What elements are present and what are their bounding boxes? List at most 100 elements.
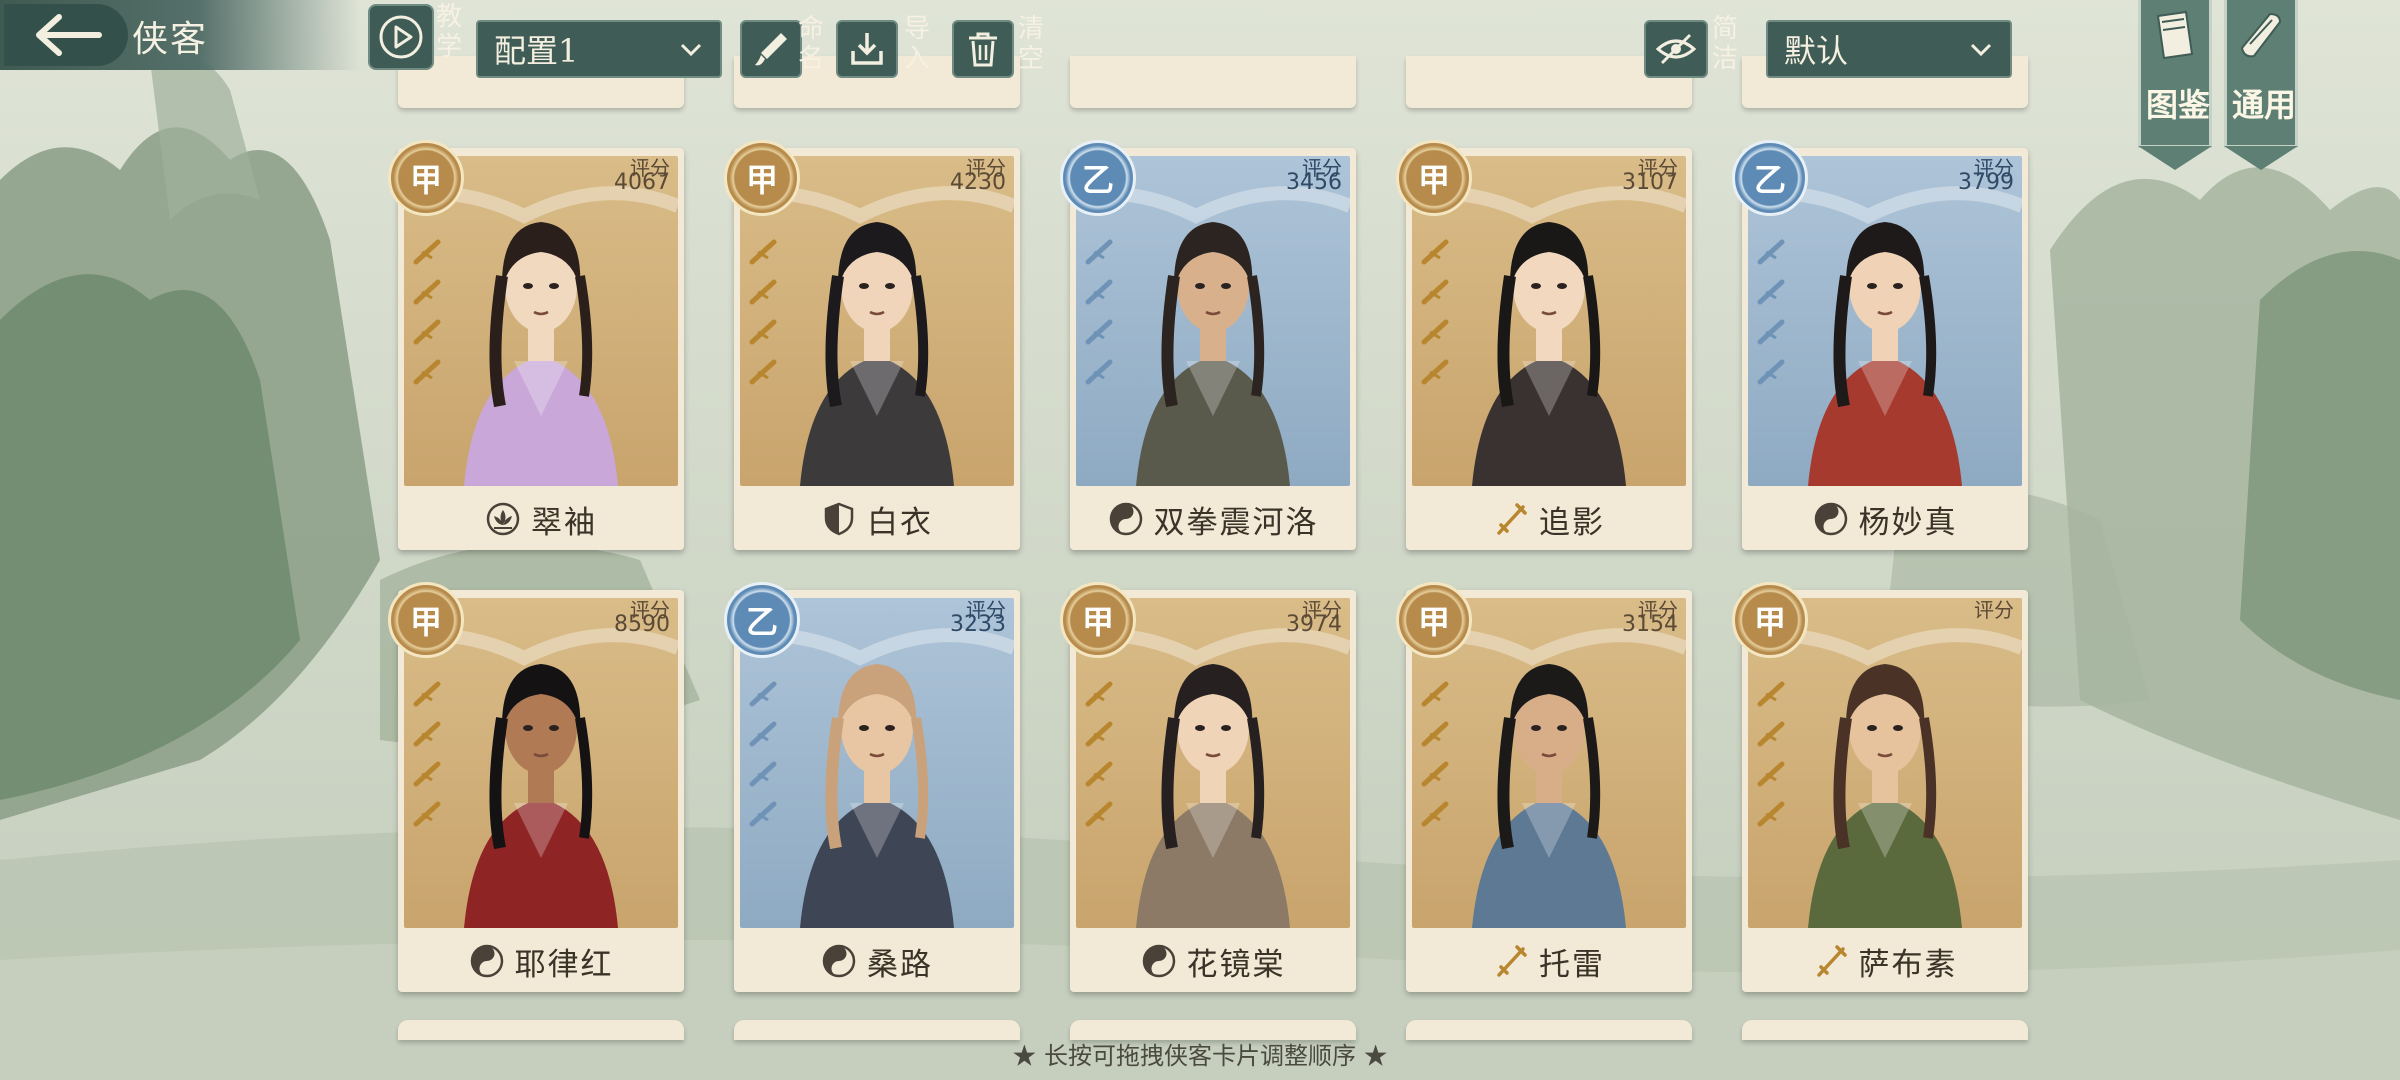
top-bar: 侠客 教学 配置1 命名 导入 清空 简洁 默认 图鉴 通用 [0,0,2400,170]
name-bar: 双拳震河洛 [1070,488,1356,550]
config-select[interactable]: 配置1 [476,20,722,78]
score-value: 3456 [1286,170,1342,195]
simple-view-button[interactable] [1644,20,1708,78]
hero-card[interactable]: 甲评分 3154 托雷 [1396,582,1692,992]
hero-name: 桑路 [867,946,933,983]
rename-label[interactable]: 命名 [796,14,826,74]
lotus-icon [486,502,520,536]
name-bar: 花镜棠 [1070,930,1356,992]
hero-name: 花镜棠 [1186,946,1286,983]
simple-view-label[interactable]: 简洁 [1710,14,1740,74]
hero-card[interactable]: 甲 评分萨布素 [1732,582,2028,992]
score-value: 3107 [1622,170,1678,195]
chevron-down-icon [1970,43,1992,57]
name-bar: 桑路 [734,930,1020,992]
score-value: 8590 [614,612,670,637]
hero-name: 双拳震河洛 [1153,504,1319,541]
import-button[interactable] [836,20,898,78]
sort-select-value: 默认 [1784,32,1849,70]
import-icon [851,33,883,65]
name-bar: 杨妙真 [1742,488,2028,550]
hero-name: 杨妙真 [1858,504,1958,541]
tutorial-label[interactable]: 教学 [434,2,464,62]
hero-card[interactable]: 甲评分 4067 翠袖 [388,140,684,550]
play-icon [379,15,423,59]
book-icon [2156,10,2194,60]
taiji-icon [470,944,503,978]
taiji-icon [1814,502,1847,536]
header-bar: 侠客 [0,0,360,70]
name-bar: 托雷 [1406,930,1692,992]
codex-button[interactable]: 图鉴 [2138,0,2212,170]
feather-rank-marks [1757,681,1785,827]
codex-label: 图鉴 [2146,86,2211,124]
grade-badge: 乙 [1060,140,1136,216]
drag-reorder-hint: ★ 长按可拖拽侠客卡片调整顺序 ★ [1012,1042,1388,1070]
hero-card[interactable]: 乙评分 3233 桑路 [724,582,1020,992]
clear-button[interactable] [952,20,1014,78]
grade-badge: 乙 [1732,140,1808,216]
hero-name: 托雷 [1539,946,1605,983]
hero-name: 翠袖 [531,504,597,541]
feather-rank-marks [1085,681,1113,827]
rename-button[interactable] [740,20,802,78]
score-value: 3974 [1286,612,1342,637]
scroll-icon [2240,12,2282,58]
score-label: 评分 [1974,598,2014,622]
chevron-down-icon [680,43,702,57]
hero-card[interactable]: 甲评分 8590 耶律红 [388,582,684,992]
shield-icon [824,502,854,536]
sword-icon [1497,503,1527,535]
grade-badge: 甲 [1060,582,1136,658]
score-value: 3233 [950,612,1006,637]
score-value: 3154 [1622,612,1678,637]
trash-icon [969,32,997,67]
hero-name: 追影 [1539,504,1605,541]
feather-rank-marks [1757,239,1785,385]
eye-slash-icon [1655,33,1697,65]
name-bar: 萨布素 [1742,930,2028,992]
score-value: 3799 [1958,170,2014,195]
import-label[interactable]: 导入 [902,14,932,74]
taiji-icon [1109,502,1142,536]
feather-rank-marks [749,239,777,385]
ribbon-tip [2224,146,2298,170]
general-button[interactable]: 通用 [2224,0,2298,170]
grade-badge: 甲 [1396,582,1472,658]
hero-name: 白衣 [867,504,933,541]
sort-select[interactable]: 默认 [1766,20,2012,78]
score-value: 4067 [614,170,670,195]
score-value: 4230 [950,170,1006,195]
general-label: 通用 [2232,86,2297,124]
hero-card[interactable]: 乙评分 3456 双拳震河洛 [1060,140,1356,550]
sword-icon [1497,945,1527,977]
grade-badge: 甲 [1732,582,1808,658]
page-title: 侠客 [132,19,209,60]
tutorial-button[interactable] [368,4,434,70]
feather-rank-marks [413,239,441,385]
feather-rank-marks [1421,681,1449,827]
name-bar: 耶律红 [398,930,684,992]
grade-badge: 乙 [724,582,800,658]
hero-card[interactable]: 甲评分 4230 白衣 [724,140,1020,550]
hero-name: 耶律红 [514,946,614,983]
hero-card[interactable]: 乙评分 3799 杨妙真 [1732,140,2028,550]
name-bar: 追影 [1406,488,1692,550]
grade-badge: 甲 [388,140,464,216]
feather-rank-marks [1085,239,1113,385]
ribbon-tip [2138,146,2212,170]
back-arrow-icon [36,14,102,56]
taiji-icon [1142,944,1175,978]
brush-icon [755,33,787,66]
clear-label[interactable]: 清空 [1016,14,1046,74]
feather-rank-marks [413,681,441,827]
hero-card[interactable]: 甲评分 3974 花镜棠 [1060,582,1356,992]
back-button[interactable] [4,4,128,66]
grade-badge: 甲 [724,140,800,216]
taiji-icon [822,944,856,978]
name-bar: 翠袖 [398,488,684,550]
hero-card[interactable]: 甲评分 3107 追影 [1396,140,1692,550]
sword-icon [1816,945,1847,977]
grade-badge: 甲 [1396,140,1472,216]
config-select-value: 配置1 [494,32,579,70]
